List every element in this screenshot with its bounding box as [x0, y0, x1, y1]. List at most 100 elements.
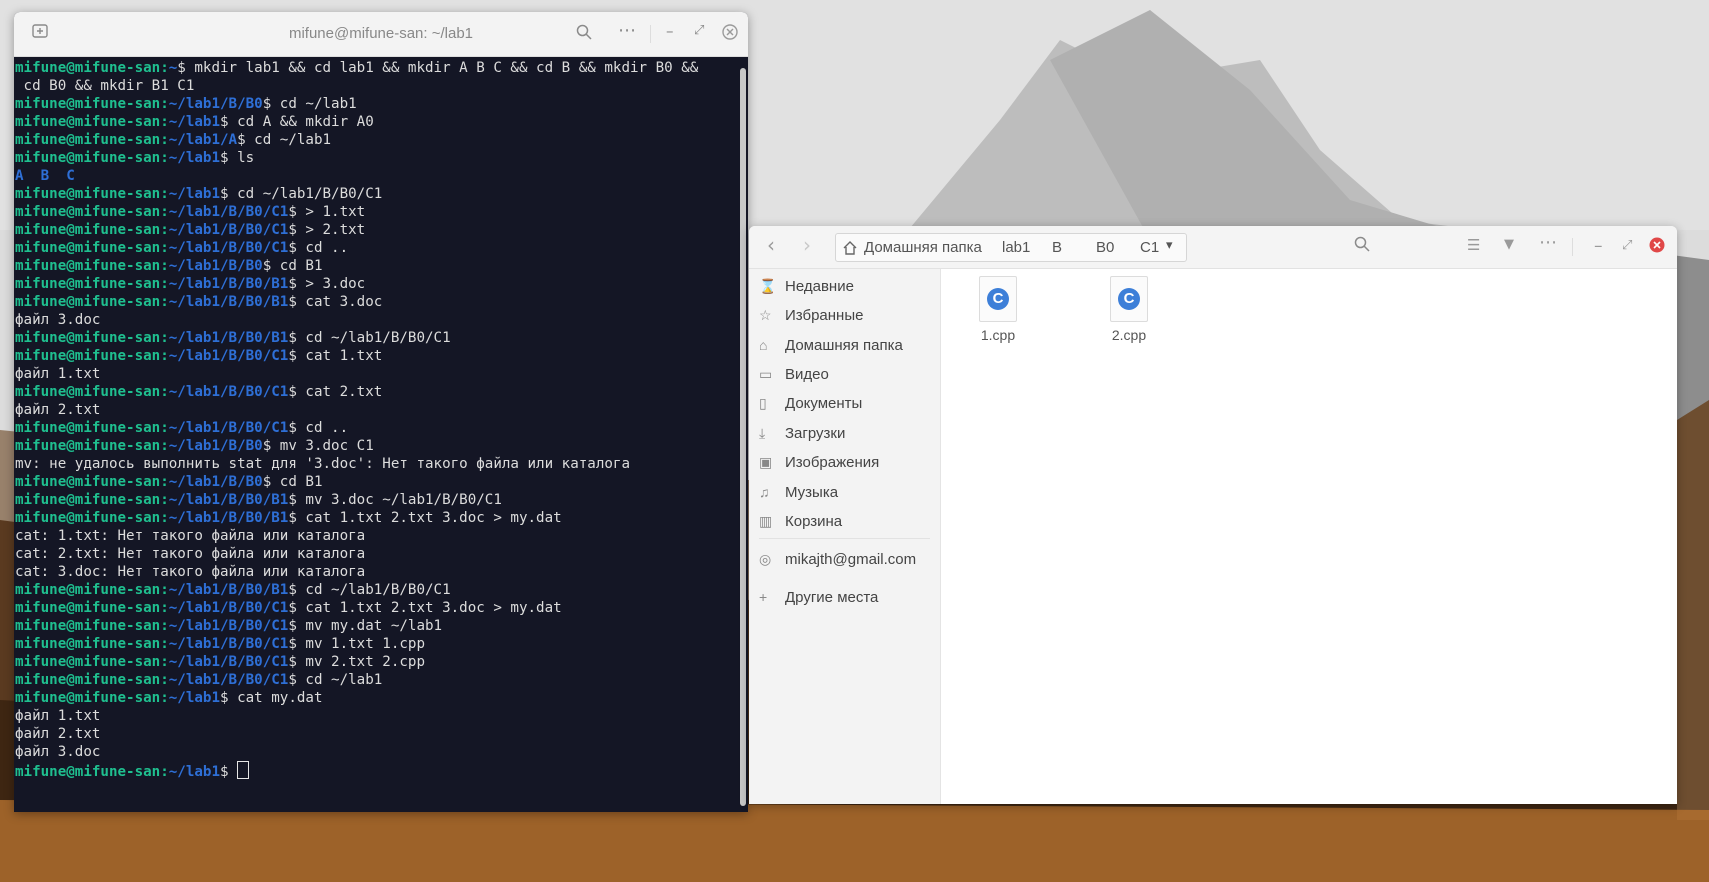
prompt-path: ~/lab1	[168, 764, 220, 780]
back-button[interactable]: ‹	[767, 233, 775, 257]
sidebar-item-label: mikajth@gmail.com	[785, 551, 917, 568]
sidebar: ⌛ Недавние ☆ Избранные ⌂ Домашняя папка ▭ Видео…	[749, 269, 941, 804]
terminal-line: A B C	[15, 167, 734, 185]
file-manager-window[interactable]: ‹ › Домашняя папка lab1 B B0 C1 ▾ ☰ ▼ ⋯ …	[749, 226, 1677, 804]
sidebar-item-6[interactable]: ▣ Изображения	[759, 449, 879, 475]
terminal-line: mifune@mifune-san:~/lab1/B/B0/C1$ mv 2.t…	[15, 653, 734, 671]
prompt-user: mifune@mifune-san:	[15, 150, 169, 166]
terminal-text: $ cat 3.doc	[288, 294, 383, 310]
sidebar-item-8[interactable]: ▥ Корзина	[759, 508, 842, 534]
image-icon: ▣	[759, 454, 773, 470]
breadcrumb-b0[interactable]: B0	[1096, 239, 1114, 256]
terminal-line: mifune@mifune-san:~/lab1/B/B0$ cd B1	[15, 473, 734, 491]
cpp-file-icon: C	[979, 276, 1017, 322]
terminal-text: файл 3.doc	[15, 744, 101, 760]
search-icon[interactable]	[1354, 236, 1370, 257]
prompt-user: mifune@mifune-san:	[15, 582, 169, 598]
terminal-text: $ cat 2.txt	[288, 384, 383, 400]
terminal-line: mifune@mifune-san:~/lab1$	[15, 761, 734, 780]
terminal-line: mifune@mifune-san:~/lab1/B/B0/B1$ cd ~/l…	[15, 329, 734, 347]
document-icon: ▯	[759, 395, 767, 411]
file-view[interactable]: C 1.cpp C 2.cpp	[941, 269, 1677, 804]
prompt-path: ~/lab1/B/B0/C1	[168, 654, 289, 670]
terminal-line: mifune@mifune-san:~/lab1/B/B0/C1$ cat 1.…	[15, 347, 734, 365]
prompt-path: ~/lab1/B/B0/C1	[168, 636, 289, 652]
terminal-text: mv: не удалось выполнить stat для '3.doc…	[15, 456, 630, 472]
download-icon: ⤓	[759, 425, 766, 441]
terminal-line: mifune@mifune-san:~/lab1$ cat my.dat	[15, 689, 734, 707]
prompt-user: mifune@mifune-san:	[15, 114, 169, 130]
terminal-text: $ cd ~/lab1	[288, 672, 383, 688]
more-icon[interactable]: ⋯	[618, 20, 636, 41]
terminal-text: $ mv my.dat ~/lab1	[288, 618, 443, 634]
prompt-path: ~/lab1	[168, 114, 220, 130]
breadcrumb-home[interactable]: Домашняя папка	[864, 239, 982, 256]
prompt-path: ~/lab1/B/B0	[168, 258, 263, 274]
terminal-scrollbar[interactable]	[740, 68, 746, 806]
maximize-icon[interactable]: ⤢	[694, 23, 704, 38]
account-icon: ◎	[759, 551, 772, 567]
terminal-window[interactable]: mifune@mifune-san: ~/lab1 ⋯ – ⤢ mifune@m…	[14, 12, 748, 812]
terminal-line: mifune@mifune-san:~/lab1/B/B0$ cd B1	[15, 257, 734, 275]
terminal-text: $ cat 1.txt 2.txt 3.doc > my.dat	[288, 600, 562, 616]
close-icon[interactable]	[722, 24, 738, 44]
file-item[interactable]: C 1.cpp	[958, 276, 1038, 343]
sidebar-item-label: Музыка	[785, 484, 839, 501]
prompt-path: ~/lab1/B/B0/C1	[168, 384, 289, 400]
close-icon[interactable]	[1649, 237, 1665, 258]
terminal-line: mifune@mifune-san:~/lab1$ cd A && mkdir …	[15, 113, 734, 131]
sidebar-item-10[interactable]: + Другие места	[759, 584, 878, 610]
home-icon[interactable]	[842, 240, 858, 259]
terminal-line: файл 1.txt	[15, 707, 734, 725]
prompt-user: mifune@mifune-san:	[15, 132, 169, 148]
terminal-line: mifune@mifune-san:~/lab1/B/B0/B1$ cat 3.…	[15, 293, 734, 311]
sidebar-item-3[interactable]: ▭ Видео	[759, 361, 829, 387]
view-options-chevron-icon[interactable]: ▼	[1504, 237, 1514, 252]
minimize-icon[interactable]: –	[666, 22, 674, 40]
more-icon[interactable]: ⋯	[1539, 232, 1557, 253]
sidebar-item-4[interactable]: ▯ Документы	[759, 390, 862, 416]
breadcrumb-c1[interactable]: C1	[1140, 239, 1159, 256]
list-view-icon[interactable]: ☰	[1467, 236, 1480, 254]
terminal-text: $ cat 1.txt 2.txt 3.doc > my.dat	[288, 510, 562, 526]
sidebar-item-7[interactable]: ♫ Музыка	[759, 479, 838, 505]
terminal-text: $ cat my.dat	[220, 690, 323, 706]
terminal-text: $ cd ~/lab1/B/B0/C1	[288, 582, 451, 598]
prompt-user: mifune@mifune-san:	[15, 258, 169, 274]
minimize-icon[interactable]: –	[1594, 236, 1603, 256]
forward-button[interactable]: ›	[803, 233, 811, 257]
sidebar-item-5[interactable]: ⤓ Загрузки	[759, 420, 845, 446]
breadcrumb-lab1[interactable]: lab1	[1002, 239, 1030, 256]
sidebar-item-label: Избранные	[785, 307, 864, 324]
terminal-line: mifune@mifune-san:~/lab1/B/B0/C1$ > 1.tx…	[15, 203, 734, 221]
sidebar-item-label: Документы	[785, 395, 863, 412]
sidebar-item-9[interactable]: ◎ mikajth@gmail.com	[759, 546, 916, 572]
terminal-output[interactable]: mifune@mifune-san:~$ mkdir lab1 && cd la…	[14, 57, 734, 812]
breadcrumb-b[interactable]: B	[1052, 239, 1062, 256]
sidebar-item-label: Загрузки	[785, 425, 846, 442]
prompt-path: ~/lab1/B/B0/C1	[168, 204, 289, 220]
sidebar-item-0[interactable]: ⌛ Недавние	[759, 273, 854, 299]
terminal-text: $	[220, 764, 238, 780]
prompt-user: mifune@mifune-san:	[15, 348, 169, 364]
terminal-line: mifune@mifune-san:~/lab1/B/B0/C1$ cat 2.…	[15, 383, 734, 401]
terminal-line: файл 3.doc	[15, 311, 734, 329]
prompt-user: mifune@mifune-san:	[15, 186, 169, 202]
titlebar-divider	[650, 25, 651, 43]
terminal-titlebar[interactable]: mifune@mifune-san: ~/lab1 ⋯ – ⤢	[14, 12, 748, 57]
prompt-path: ~/lab1/B/B0/C1	[168, 348, 289, 364]
prompt-user: mifune@mifune-san:	[15, 474, 169, 490]
sidebar-item-2[interactable]: ⌂ Домашняя папка	[759, 332, 903, 358]
sidebar-item-1[interactable]: ☆ Избранные	[759, 302, 863, 328]
terminal-text: $ > 3.doc	[288, 276, 366, 292]
file-item[interactable]: C 2.cpp	[1089, 276, 1169, 343]
prompt-path: ~/lab1/B/B0	[168, 474, 263, 490]
prompt-path: ~/lab1/B/B0/B1	[168, 582, 289, 598]
search-icon[interactable]	[576, 24, 592, 44]
file-name: 2.cpp	[1111, 327, 1147, 343]
terminal-text: $ > 1.txt	[288, 204, 366, 220]
terminal-line: mifune@mifune-san:~/lab1$ ls	[15, 149, 734, 167]
maximize-icon[interactable]: ⤢	[1622, 238, 1632, 253]
prompt-path: ~/lab1/B/B0/C1	[168, 600, 289, 616]
chevron-down-icon[interactable]: ▾	[1166, 237, 1173, 253]
